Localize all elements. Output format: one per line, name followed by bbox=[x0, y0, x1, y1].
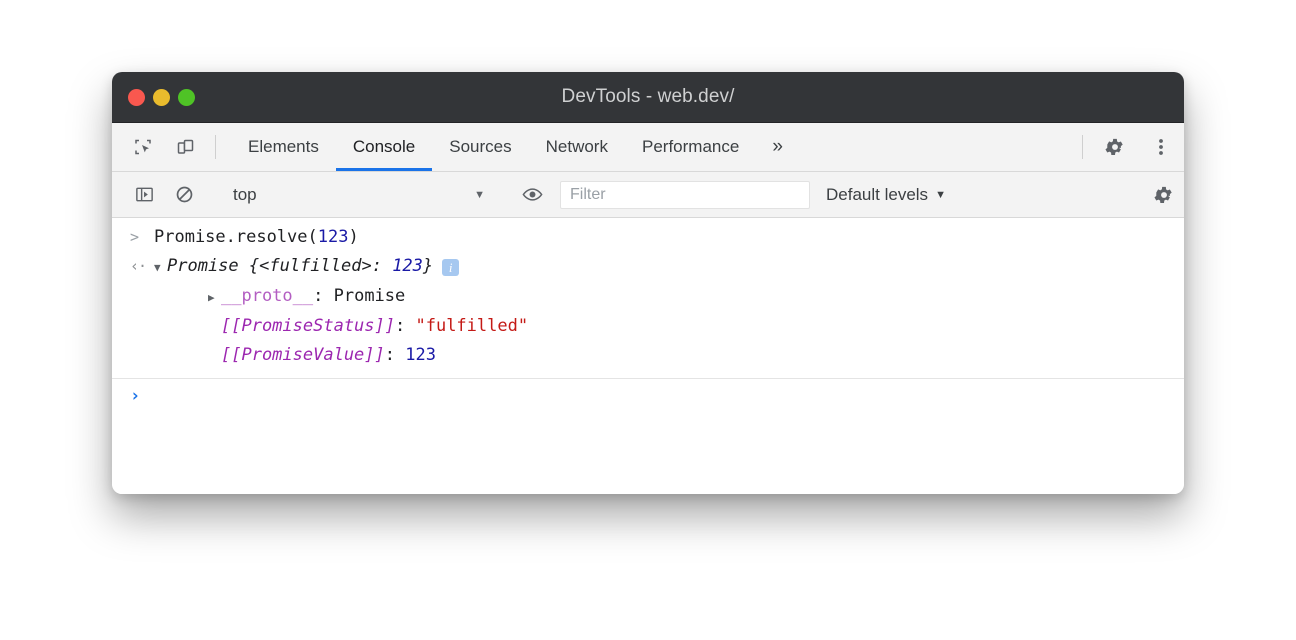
property-proto-separator: : bbox=[313, 286, 333, 306]
property-promise-status-separator: : bbox=[395, 316, 415, 336]
input-code-suffix: ) bbox=[348, 227, 358, 247]
tab-elements-label: Elements bbox=[248, 137, 319, 157]
expand-promise-triangle-icon[interactable]: ▼ bbox=[154, 253, 167, 282]
console-toolbar-right bbox=[1125, 172, 1184, 218]
output-arrow-icon: ‹· bbox=[130, 252, 154, 281]
console-filter-placeholder: Filter bbox=[570, 186, 606, 204]
expand-proto-triangle-icon[interactable]: ▶ bbox=[208, 283, 221, 312]
console-filter-input[interactable]: Filter bbox=[560, 181, 810, 209]
property-proto-value: Promise bbox=[334, 286, 406, 306]
promise-brace-close: } bbox=[423, 256, 433, 276]
tab-sources-label: Sources bbox=[449, 137, 511, 157]
input-arrow-icon: > bbox=[130, 223, 154, 252]
inspect-element-icon[interactable] bbox=[122, 123, 164, 171]
close-window-button[interactable] bbox=[128, 89, 145, 106]
tab-elements[interactable]: Elements bbox=[231, 123, 336, 171]
tab-console-label: Console bbox=[353, 137, 415, 157]
console-result-body: ▼ Promise {<fulfilled>: 123} i ▶ __proto… bbox=[154, 252, 528, 370]
promise-object-header[interactable]: ▼ Promise {<fulfilled>: 123} i bbox=[154, 252, 528, 282]
property-proto-key: __proto__ bbox=[221, 286, 313, 306]
clear-console-icon[interactable] bbox=[164, 172, 204, 218]
console-sidebar-toggle-icon[interactable] bbox=[124, 172, 164, 218]
input-code-argument: 123 bbox=[318, 227, 349, 247]
property-promise-status-value: "fulfilled" bbox=[415, 316, 528, 336]
settings-gear-icon[interactable] bbox=[1092, 123, 1138, 171]
window-title: DevTools - web.dev/ bbox=[562, 86, 735, 108]
panel-tabs: Elements Console Sources Network Perform… bbox=[231, 123, 799, 171]
maximize-window-button[interactable] bbox=[178, 89, 195, 106]
tabbar-right-actions bbox=[1073, 123, 1184, 171]
console-message-list: > Promise.resolve(123) ‹· ▼ Promise {<fu… bbox=[112, 218, 1184, 494]
devtools-window: DevTools - web.dev/ Elements Console bbox=[112, 72, 1184, 494]
console-settings-gear-icon[interactable] bbox=[1144, 172, 1184, 218]
tabbar-divider-left bbox=[215, 135, 216, 159]
console-toolbar: top ▼ Filter Default levels ▼ bbox=[112, 172, 1184, 218]
tabbar-divider-right bbox=[1082, 135, 1083, 159]
promise-preview-value: 123 bbox=[392, 256, 423, 276]
tab-console[interactable]: Console bbox=[336, 123, 432, 171]
execution-context-selector[interactable]: top ▼ bbox=[223, 172, 493, 218]
device-toolbar-icon[interactable] bbox=[164, 123, 206, 171]
log-levels-label: Default levels bbox=[826, 185, 928, 205]
window-titlebar: DevTools - web.dev/ bbox=[112, 72, 1184, 123]
console-input-message[interactable]: > Promise.resolve(123) bbox=[112, 218, 1184, 252]
chevron-down-icon: ▼ bbox=[935, 189, 946, 201]
property-row-promise-status: [[PromiseStatus]]: "fulfilled" bbox=[154, 312, 528, 341]
console-result-message: ‹· ▼ Promise {<fulfilled>: 123} i ▶ __pr… bbox=[112, 252, 1184, 370]
minimize-window-button[interactable] bbox=[153, 89, 170, 106]
console-prompt[interactable]: › bbox=[112, 379, 1184, 413]
log-levels-dropdown[interactable]: Default levels ▼ bbox=[826, 185, 946, 205]
property-row-promise-value: [[PromiseValue]]: 123 bbox=[154, 341, 528, 370]
execution-context-value: top bbox=[233, 185, 257, 205]
property-promise-value-key: [[PromiseValue]] bbox=[221, 345, 385, 365]
promise-object-preview: Promise {<fulfilled>: 123} bbox=[167, 252, 433, 281]
tab-performance-label: Performance bbox=[642, 137, 739, 157]
property-promise-value-separator: : bbox=[385, 345, 405, 365]
info-badge-icon[interactable]: i bbox=[442, 259, 459, 276]
tab-performance[interactable]: Performance bbox=[625, 123, 756, 171]
input-code-prefix: Promise.resolve( bbox=[154, 227, 318, 247]
devtools-tabbar: Elements Console Sources Network Perform… bbox=[112, 123, 1184, 172]
property-promise-status-key: [[PromiseStatus]] bbox=[221, 316, 395, 336]
tab-network[interactable]: Network bbox=[529, 123, 625, 171]
property-row-proto[interactable]: ▶ __proto__: Promise bbox=[154, 282, 528, 312]
chevron-down-icon: ▼ bbox=[474, 189, 485, 201]
more-tabs-chevron-icon[interactable]: » bbox=[756, 123, 799, 171]
prompt-chevron-icon: › bbox=[130, 386, 140, 406]
promise-brace-open: {<fulfilled>: bbox=[239, 256, 393, 276]
tab-network-label: Network bbox=[546, 137, 608, 157]
tab-sources[interactable]: Sources bbox=[432, 123, 528, 171]
property-promise-status-content: [[PromiseStatus]]: "fulfilled" bbox=[221, 312, 528, 341]
property-proto-content: __proto__: Promise bbox=[221, 282, 405, 311]
more-options-icon[interactable] bbox=[1138, 123, 1184, 171]
more-tabs-label: » bbox=[772, 136, 783, 158]
console-input-code: Promise.resolve(123) bbox=[154, 223, 359, 252]
eye-icon[interactable] bbox=[512, 172, 552, 218]
promise-object-name: Promise bbox=[167, 256, 239, 276]
traffic-lights bbox=[128, 72, 195, 122]
property-promise-value-content: [[PromiseValue]]: 123 bbox=[221, 341, 436, 370]
property-promise-value-value: 123 bbox=[405, 345, 436, 365]
